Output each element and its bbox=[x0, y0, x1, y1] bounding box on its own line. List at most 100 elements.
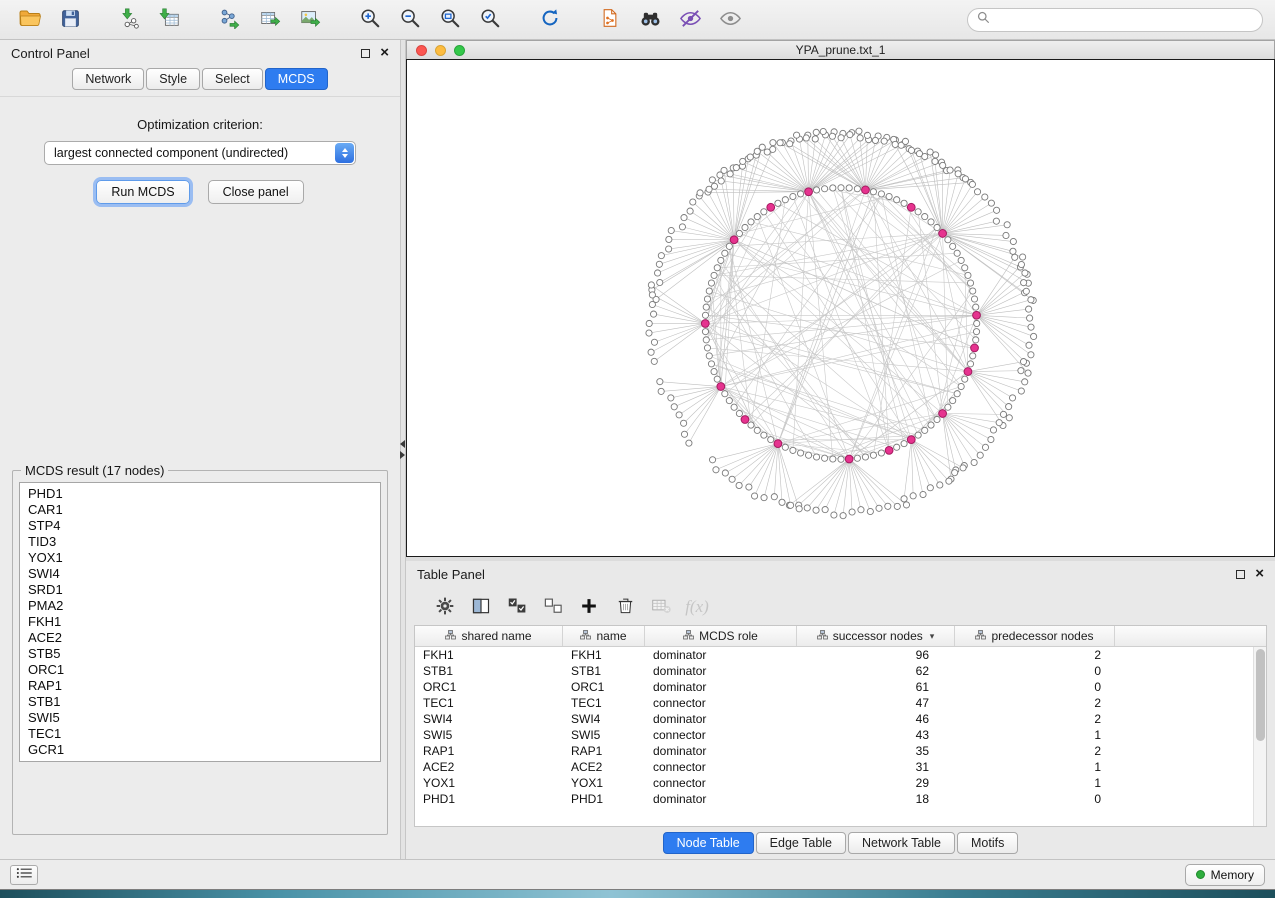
column-header-shared-name[interactable]: shared name bbox=[415, 626, 563, 646]
mcds-result-item[interactable]: TID3 bbox=[20, 534, 380, 550]
table-row[interactable]: SWI5SWI5connector431 bbox=[415, 727, 1266, 743]
select-all-button[interactable] bbox=[502, 593, 532, 621]
table-row[interactable]: TEC1TEC1connector472 bbox=[415, 695, 1266, 711]
network-canvas[interactable] bbox=[406, 59, 1275, 557]
zoom-out-icon bbox=[399, 7, 421, 32]
app-window: Control Panel × NetworkStyleSelectMCDS O… bbox=[0, 0, 1275, 890]
close-panel-button[interactable]: Close panel bbox=[208, 180, 304, 204]
mcds-result-item[interactable]: STB1 bbox=[20, 694, 380, 710]
status-menu-button[interactable] bbox=[10, 865, 38, 885]
control-panel-title: Control Panel bbox=[11, 46, 90, 61]
mcds-result-item[interactable]: RAP1 bbox=[20, 678, 380, 694]
import-table-button[interactable] bbox=[152, 5, 188, 35]
column-header-successor-nodes[interactable]: successor nodes▾ bbox=[797, 626, 955, 646]
search-input[interactable] bbox=[996, 13, 1253, 27]
network-graph[interactable] bbox=[407, 60, 1274, 556]
mcds-result-item[interactable]: SWI5 bbox=[20, 710, 380, 726]
mcds-result-item[interactable]: PMA2 bbox=[20, 598, 380, 614]
function-builder-button[interactable]: f(x) bbox=[682, 593, 712, 621]
mcds-result-item[interactable]: SRD1 bbox=[20, 582, 380, 598]
zoom-out-button[interactable] bbox=[392, 5, 428, 35]
search-box[interactable] bbox=[967, 8, 1263, 32]
table-scrollbar[interactable] bbox=[1253, 647, 1266, 826]
column-header-name[interactable]: name bbox=[563, 626, 645, 646]
cell-role: dominator bbox=[645, 663, 797, 679]
table-row[interactable]: RAP1RAP1dominator352 bbox=[415, 743, 1266, 759]
cell-succ: 35 bbox=[797, 743, 955, 759]
delete-column-button[interactable] bbox=[610, 593, 640, 621]
window-maximize-icon[interactable] bbox=[454, 45, 465, 56]
panel-splitter[interactable] bbox=[400, 40, 406, 859]
mcds-result-item[interactable]: STB5 bbox=[20, 646, 380, 662]
import-network-button[interactable] bbox=[112, 5, 148, 35]
float-table-panel-icon[interactable] bbox=[1236, 570, 1245, 579]
delete-table-button[interactable] bbox=[646, 593, 676, 621]
mcds-result-item[interactable]: GCR1 bbox=[20, 742, 380, 758]
mcds-result-item[interactable]: ORC1 bbox=[20, 662, 380, 678]
criterion-select[interactable]: largest connected component (undirected) bbox=[44, 141, 356, 165]
memory-button[interactable]: Memory bbox=[1185, 864, 1265, 886]
zoom-selected-button[interactable] bbox=[472, 5, 508, 35]
mcds-result-item[interactable]: STP4 bbox=[20, 518, 380, 534]
tab-mcds[interactable]: MCDS bbox=[265, 68, 328, 90]
table-row[interactable]: PHD1PHD1dominator180 bbox=[415, 791, 1266, 807]
tab-network[interactable]: Network bbox=[72, 68, 144, 90]
window-minimize-icon[interactable] bbox=[435, 45, 446, 56]
cell-filler bbox=[1115, 727, 1266, 743]
table-row[interactable]: SWI4SWI4dominator462 bbox=[415, 711, 1266, 727]
table-row[interactable]: YOX1YOX1connector291 bbox=[415, 775, 1266, 791]
mcds-result-item[interactable]: YOX1 bbox=[20, 550, 380, 566]
mcds-result-item[interactable]: CAR1 bbox=[20, 502, 380, 518]
column-header-predecessor-nodes[interactable]: predecessor nodes bbox=[955, 626, 1115, 646]
table-settings-button[interactable] bbox=[430, 593, 460, 621]
hide-details-button[interactable] bbox=[672, 5, 708, 35]
save-button[interactable] bbox=[52, 5, 88, 35]
export-image-button[interactable] bbox=[292, 5, 328, 35]
cell-name: ORC1 bbox=[563, 679, 645, 695]
tab-motifs[interactable]: Motifs bbox=[957, 832, 1018, 854]
open-file-button[interactable] bbox=[12, 5, 48, 35]
mcds-result-item[interactable]: SWI4 bbox=[20, 566, 380, 582]
mcds-result-item[interactable]: FKH1 bbox=[20, 614, 380, 630]
column-label: predecessor nodes bbox=[991, 629, 1093, 643]
table-row[interactable]: FKH1FKH1dominator962 bbox=[415, 647, 1266, 663]
show-details-button[interactable] bbox=[712, 5, 748, 35]
tab-style[interactable]: Style bbox=[146, 68, 200, 90]
window-close-icon[interactable] bbox=[416, 45, 427, 56]
tab-node-table[interactable]: Node Table bbox=[663, 832, 754, 854]
run-mcds-button[interactable]: Run MCDS bbox=[96, 180, 189, 204]
export-table-button[interactable] bbox=[252, 5, 288, 35]
deselect-all-button[interactable] bbox=[538, 593, 568, 621]
splitter-collapse-icons[interactable] bbox=[400, 440, 405, 459]
cell-name: ACE2 bbox=[563, 759, 645, 775]
column-type-icon bbox=[683, 629, 694, 643]
tab-edge-table[interactable]: Edge Table bbox=[756, 832, 846, 854]
table-row[interactable]: ORC1ORC1dominator610 bbox=[415, 679, 1266, 695]
find-button[interactable] bbox=[632, 5, 668, 35]
close-table-panel-icon[interactable]: × bbox=[1255, 569, 1264, 579]
column-header-mcds-role[interactable]: MCDS role bbox=[645, 626, 797, 646]
zoom-fit-button[interactable] bbox=[432, 5, 468, 35]
table-row[interactable]: STB1STB1dominator620 bbox=[415, 663, 1266, 679]
close-panel-icon[interactable]: × bbox=[380, 48, 389, 58]
share-document-button[interactable] bbox=[592, 5, 628, 35]
cell-filler bbox=[1115, 663, 1266, 679]
cell-pred: 2 bbox=[955, 647, 1115, 663]
mcds-result-item[interactable]: PHD1 bbox=[20, 486, 380, 502]
export-network-button[interactable] bbox=[212, 5, 248, 35]
zoom-in-button[interactable] bbox=[352, 5, 388, 35]
mcds-result-item[interactable]: TEC1 bbox=[20, 726, 380, 742]
tab-network-table[interactable]: Network Table bbox=[848, 832, 955, 854]
refresh-button[interactable] bbox=[532, 5, 568, 35]
network-titlebar[interactable]: YPA_prune.txt_1 bbox=[406, 40, 1275, 59]
scrollbar-thumb[interactable] bbox=[1256, 649, 1265, 741]
add-column-button[interactable] bbox=[574, 593, 604, 621]
mcds-result-item[interactable]: ACE2 bbox=[20, 630, 380, 646]
show-columns-button[interactable] bbox=[466, 593, 496, 621]
control-panel-header: Control Panel × bbox=[0, 40, 400, 66]
table-row[interactable]: ACE2ACE2connector311 bbox=[415, 759, 1266, 775]
main-toolbar bbox=[0, 0, 1275, 40]
column-label: successor nodes bbox=[833, 629, 923, 643]
float-panel-icon[interactable] bbox=[361, 49, 370, 58]
tab-select[interactable]: Select bbox=[202, 68, 263, 90]
